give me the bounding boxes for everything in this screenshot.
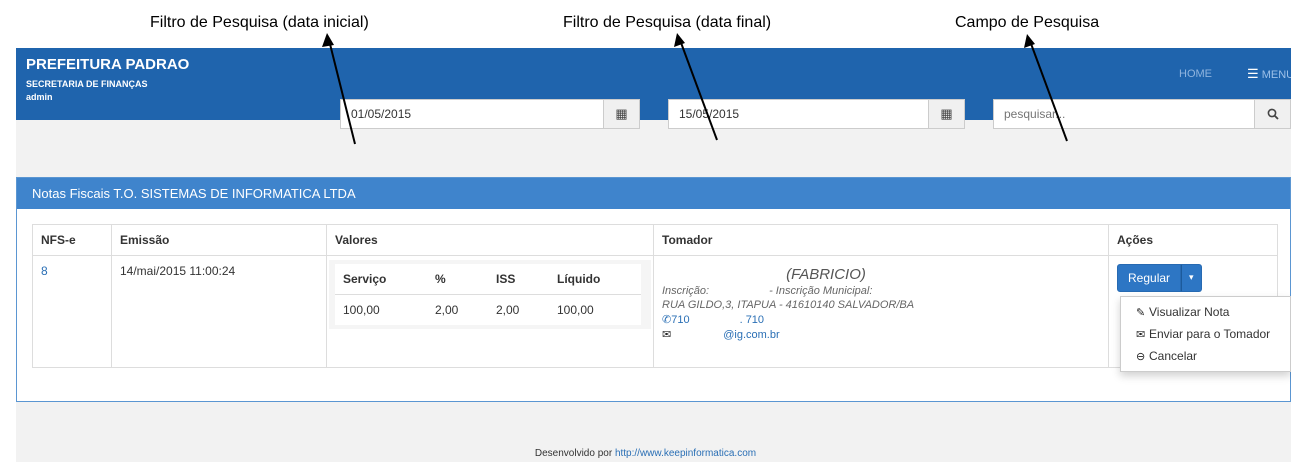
arrowhead-filter-end	[674, 33, 685, 47]
arrow-filter-end	[679, 39, 718, 141]
arrow-search-field	[1029, 40, 1068, 142]
arrowhead-search-field	[1024, 34, 1035, 48]
arrow-filter-start	[328, 39, 356, 145]
annotation-arrows	[322, 33, 1068, 145]
arrowhead-filter-start	[322, 33, 334, 47]
